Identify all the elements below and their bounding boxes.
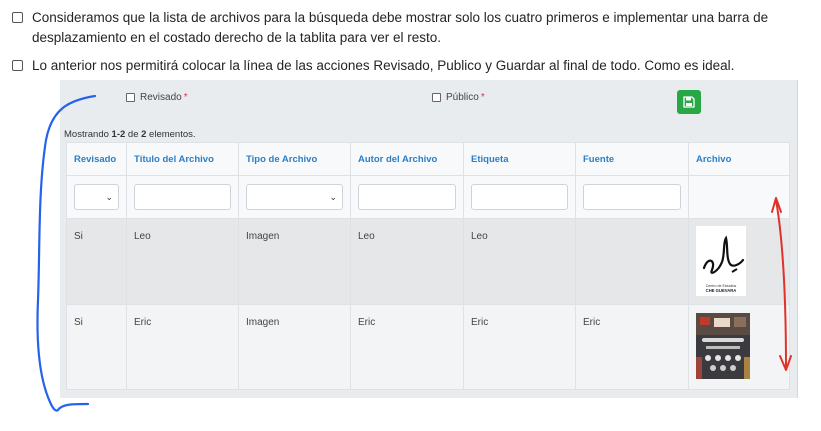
thumbnail-caption-2: CHE GUEVARA bbox=[706, 288, 737, 293]
column-header-archivo[interactable]: Archivo bbox=[688, 142, 790, 176]
cell-etiqueta: Leo bbox=[463, 218, 576, 305]
column-header-tipo[interactable]: Tipo de Archivo bbox=[238, 142, 351, 176]
fuente-filter-input[interactable] bbox=[583, 184, 681, 210]
filter-cell: ⌄ bbox=[238, 175, 351, 219]
revisado-checkbox[interactable] bbox=[126, 93, 135, 102]
filter-cell bbox=[126, 175, 239, 219]
checklist-item-text: Lo anterior nos permitirá colocar la lín… bbox=[32, 58, 735, 73]
cell-archivo bbox=[688, 304, 790, 390]
cell-autor: Leo bbox=[350, 218, 464, 305]
cell-archivo: Centro de Estudios CHE GUEVARA bbox=[688, 218, 790, 305]
checklist-item-2: Lo anterior nos permitirá colocar la lín… bbox=[12, 56, 802, 76]
publico-checkbox[interactable] bbox=[432, 93, 441, 102]
cell-titulo: Leo bbox=[126, 218, 239, 305]
table-header: Revisado Título del Archivo Tipo de Arch… bbox=[66, 142, 790, 176]
publico-label: Público bbox=[446, 92, 479, 103]
cell-autor: Eric bbox=[350, 304, 464, 390]
cell-fuente: Eric bbox=[575, 304, 689, 390]
revisado-filter-select[interactable]: ⌄ bbox=[74, 184, 119, 210]
cell-revisado: Si bbox=[66, 304, 127, 390]
save-button[interactable] bbox=[677, 90, 701, 114]
autor-filter-input[interactable] bbox=[358, 184, 456, 210]
cell-revisado: Si bbox=[66, 218, 127, 305]
filter-cell bbox=[463, 175, 576, 219]
column-header-fuente[interactable]: Fuente bbox=[575, 142, 689, 176]
summary-prefix: Mostrando bbox=[64, 129, 112, 140]
column-header-autor[interactable]: Autor del Archivo bbox=[350, 142, 464, 176]
cell-titulo: Eric bbox=[126, 304, 239, 390]
etiqueta-filter-input[interactable] bbox=[471, 184, 568, 210]
filter-row: ⌄ ⌄ bbox=[66, 175, 790, 219]
table-row[interactable]: Si Eric Imagen Eric Eric Eric bbox=[66, 304, 790, 390]
cell-fuente bbox=[575, 218, 689, 305]
file-thumbnail-photo[interactable] bbox=[696, 313, 750, 379]
publico-checkbox-group[interactable]: Público * bbox=[432, 92, 485, 103]
file-thumbnail-signature[interactable]: Centro de Estudios CHE GUEVARA bbox=[696, 226, 746, 296]
tipo-filter-select[interactable]: ⌄ bbox=[246, 184, 343, 210]
checklist-item-1: Consideramos que la lista de archivos pa… bbox=[12, 8, 802, 48]
chevron-down-icon: ⌄ bbox=[329, 191, 337, 202]
checkbox[interactable] bbox=[12, 60, 23, 71]
checklist-item-text: Consideramos que la lista de archivos pa… bbox=[32, 10, 769, 45]
summary-mid: de bbox=[125, 129, 142, 140]
cell-tipo: Imagen bbox=[238, 218, 351, 305]
filter-cell: ⌄ bbox=[66, 175, 127, 219]
filter-cell bbox=[350, 175, 464, 219]
cell-etiqueta: Eric bbox=[463, 304, 576, 390]
checkbox[interactable] bbox=[12, 12, 23, 23]
files-panel: Revisado * Público * Mostrando 1-2 de 2 el… bbox=[60, 80, 798, 398]
column-header-titulo[interactable]: Título del Archivo bbox=[126, 142, 239, 176]
save-icon bbox=[683, 96, 695, 108]
filter-cell bbox=[688, 175, 790, 219]
revisado-label: Revisado bbox=[140, 92, 182, 103]
required-mark: * bbox=[183, 92, 188, 103]
revisado-checkbox-group[interactable]: Revisado * bbox=[126, 92, 188, 103]
summary-range: 1-2 bbox=[111, 129, 126, 140]
required-mark: * bbox=[480, 92, 485, 103]
files-table: Revisado Título del Archivo Tipo de Arch… bbox=[66, 142, 790, 390]
column-header-etiqueta[interactable]: Etiqueta bbox=[463, 142, 576, 176]
titulo-filter-input[interactable] bbox=[134, 184, 231, 210]
cell-tipo: Imagen bbox=[238, 304, 351, 390]
column-header-revisado[interactable]: Revisado bbox=[66, 142, 127, 176]
results-summary: Mostrando 1-2 de 2 elementos. bbox=[64, 129, 196, 140]
chevron-down-icon: ⌄ bbox=[105, 191, 113, 202]
filter-cell bbox=[575, 175, 689, 219]
table-row[interactable]: Si Leo Imagen Leo Leo Centro de Estudios… bbox=[66, 218, 790, 305]
summary-suffix: elementos. bbox=[146, 129, 196, 140]
